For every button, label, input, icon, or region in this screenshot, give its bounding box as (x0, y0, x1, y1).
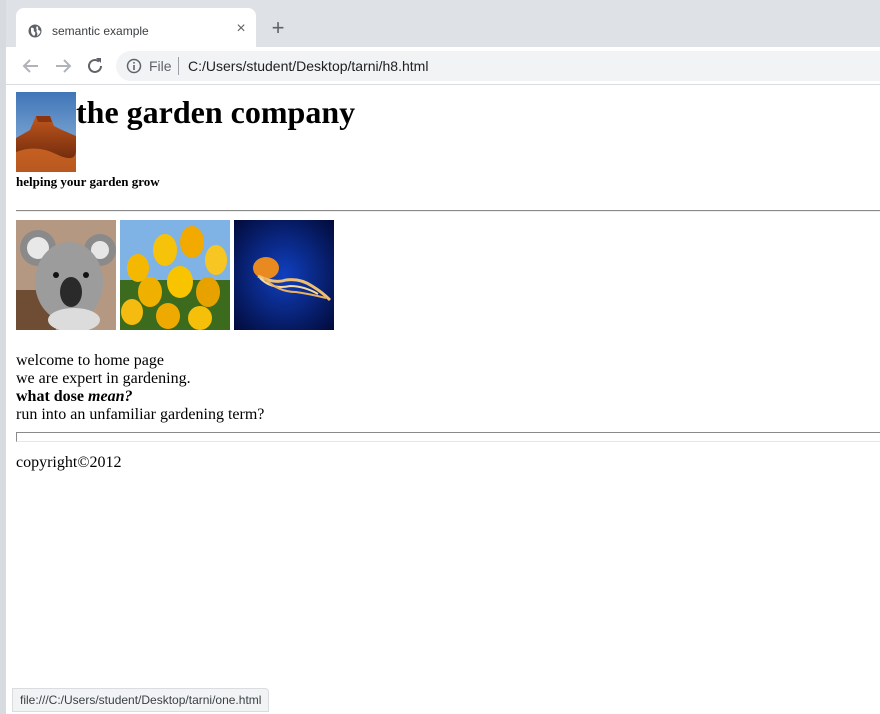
question-bold: what dose (16, 388, 89, 405)
unfamiliar-line: run into an unfamiliar gardening term? (16, 406, 265, 423)
tab-close-button[interactable]: × (232, 20, 250, 38)
chip-separator (178, 57, 179, 75)
back-arrow-icon[interactable] (20, 55, 42, 77)
browser-toolbar: File C:/Users/student/Desktop/tarni/h8.h… (6, 47, 880, 85)
koala-image (16, 220, 116, 330)
question-italic: mean? (88, 388, 133, 405)
question-line: what dose mean? (16, 388, 264, 406)
tab-title: semantic example (52, 24, 149, 38)
copyright-text: copyright©2012 (16, 454, 122, 471)
page-content: the garden company helping your garden g… (16, 92, 880, 471)
address-bar[interactable]: File C:/Users/student/Desktop/tarni/h8.h… (116, 51, 880, 81)
scheme-chip[interactable]: File (149, 58, 172, 74)
main-text: welcome to home page we are expert in ga… (16, 352, 264, 424)
info-icon[interactable] (126, 58, 142, 74)
page-header: the garden company helping your garden g… (16, 92, 880, 189)
forward-arrow-icon[interactable] (52, 55, 74, 77)
horizontal-rule (16, 210, 880, 212)
browser-window: semantic example × + File C:/Users/stude… (0, 0, 880, 714)
jellyfish-image (234, 220, 334, 330)
welcome-line: welcome to home page (16, 352, 164, 369)
tab-active[interactable]: semantic example × (16, 8, 256, 47)
status-bar-url: file:///C:/Users/student/Desktop/tarni/o… (12, 688, 270, 712)
footer-rule (16, 432, 880, 442)
url-text[interactable]: C:/Users/student/Desktop/tarni/h8.html (188, 58, 428, 74)
logo-image (16, 92, 76, 172)
globe-icon (28, 24, 42, 38)
tulips-image (120, 220, 230, 330)
tagline: helping your garden grow (16, 174, 160, 189)
site-title: the garden company (76, 94, 356, 130)
tab-strip: semantic example × + (6, 0, 880, 47)
expert-line: we are expert in gardening. (16, 370, 191, 387)
new-tab-button[interactable]: + (268, 17, 288, 39)
reload-icon[interactable] (84, 55, 106, 77)
